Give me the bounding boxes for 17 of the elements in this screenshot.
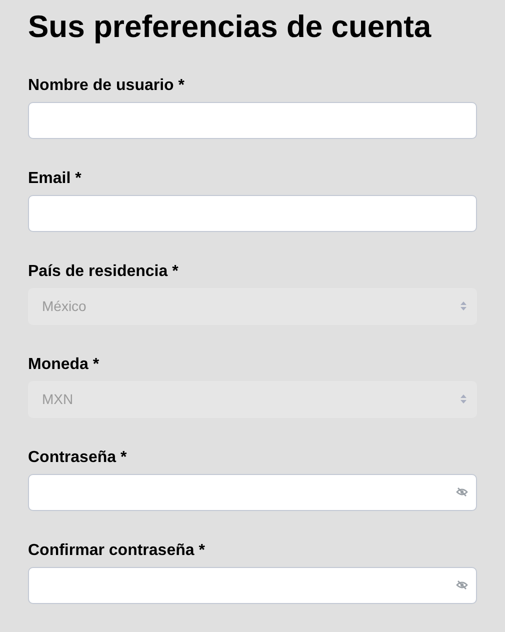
password-field[interactable] bbox=[28, 474, 477, 511]
eye-slash-icon[interactable] bbox=[456, 580, 468, 590]
field-label: Email * bbox=[28, 169, 82, 189]
page-title: Sus preferencias de cuenta bbox=[28, 10, 432, 44]
select-value: México bbox=[42, 298, 86, 314]
field-label: Contraseña * bbox=[28, 448, 127, 468]
select-arrows-icon bbox=[460, 301, 467, 311]
text-field[interactable] bbox=[28, 102, 477, 139]
field-label: Moneda * bbox=[28, 355, 100, 375]
select-arrows-icon bbox=[460, 394, 467, 404]
field-label: Confirmar contraseña * bbox=[28, 541, 205, 561]
password-field[interactable] bbox=[28, 567, 477, 604]
select-value: MXN bbox=[42, 391, 74, 407]
text-field[interactable] bbox=[28, 195, 477, 232]
field-label: Nombre de usuario * bbox=[28, 76, 184, 96]
eye-slash-icon[interactable] bbox=[456, 487, 468, 497]
field-label: País de residencia * bbox=[28, 262, 178, 282]
